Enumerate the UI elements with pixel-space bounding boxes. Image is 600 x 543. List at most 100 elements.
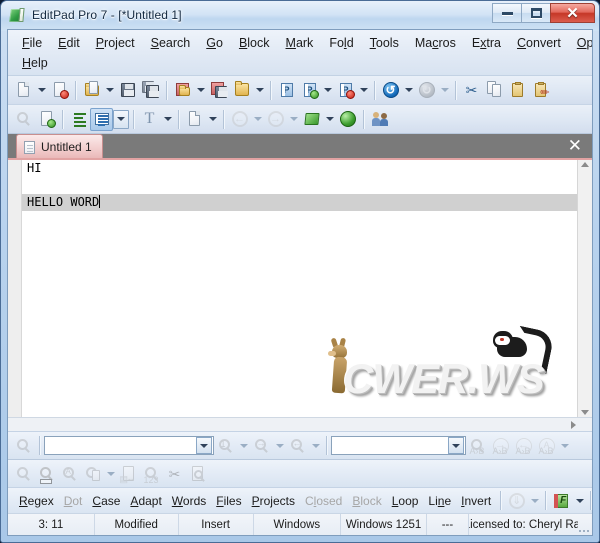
status-encoding[interactable]: Windows 1251 xyxy=(341,514,427,535)
remove-project-button[interactable]: P xyxy=(334,79,357,102)
save-project-button[interactable] xyxy=(207,79,230,102)
status-line-breaks[interactable]: Windows xyxy=(254,514,342,535)
case-search-button[interactable]: A xyxy=(58,462,81,485)
editor-vertical-scrollbar[interactable] xyxy=(577,160,592,417)
go-back-dropdown[interactable] xyxy=(251,108,264,131)
option-projects[interactable]: Projects xyxy=(247,494,300,508)
menu-item-go[interactable]: Go xyxy=(198,33,231,53)
redo-dropdown[interactable] xyxy=(438,79,451,102)
spell-check-dropdown[interactable] xyxy=(323,108,336,131)
add-project-dropdown[interactable] xyxy=(321,79,334,102)
users-button[interactable] xyxy=(368,108,391,131)
status-insert-mode[interactable]: Insert xyxy=(179,514,254,535)
open-project-dropdown[interactable] xyxy=(253,79,266,102)
close-file-button[interactable] xyxy=(48,79,71,102)
project-button[interactable]: P xyxy=(275,79,298,102)
indent-button[interactable] xyxy=(67,108,90,131)
export-button[interactable] xyxy=(35,108,58,131)
find-next-dropdown[interactable] xyxy=(273,434,286,457)
search-results-button[interactable]: ▤-- xyxy=(117,462,140,485)
word-wrap-dropdown[interactable] xyxy=(113,110,129,129)
scroll-down-icon[interactable] xyxy=(581,410,589,415)
cut-matches-button[interactable]: ✂ xyxy=(163,462,186,485)
find-previous-dropdown[interactable] xyxy=(309,434,322,457)
undo-button[interactable]: ↺ xyxy=(379,79,402,102)
close-button[interactable]: ✕ xyxy=(550,3,595,23)
undo-dropdown[interactable] xyxy=(402,79,415,102)
spell-check-button[interactable] xyxy=(300,108,323,131)
editor-line-1[interactable]: HI xyxy=(22,160,577,177)
close-project-button[interactable] xyxy=(171,79,194,102)
web-browse-button[interactable] xyxy=(336,108,359,131)
option-invert[interactable]: Invert xyxy=(456,494,496,508)
option-line[interactable]: Line xyxy=(423,494,456,508)
go-forward-dropdown[interactable] xyxy=(287,108,300,131)
find-field[interactable] xyxy=(44,436,214,455)
search-options-button[interactable] xyxy=(12,462,35,485)
status-modified[interactable]: Modified xyxy=(95,514,179,535)
replace-all-dropdown[interactable] xyxy=(558,434,571,457)
syntax-scheme-button[interactable] xyxy=(183,108,206,131)
option-loop[interactable]: Loop xyxy=(387,494,424,508)
find-first-dropdown[interactable] xyxy=(237,434,250,457)
resize-grip[interactable] xyxy=(578,514,592,535)
tab-untitled-1[interactable]: Untitled 1 xyxy=(16,134,103,158)
search-in-files-dropdown[interactable] xyxy=(104,462,117,485)
maximize-button[interactable] xyxy=(521,3,550,23)
file-type-dropdown[interactable] xyxy=(573,489,586,512)
remove-project-dropdown[interactable] xyxy=(357,79,370,102)
menu-item-block[interactable]: Block xyxy=(231,33,278,53)
minimize-button[interactable] xyxy=(492,3,521,23)
menu-item-mark[interactable]: Mark xyxy=(278,33,322,53)
replace-history-dropdown[interactable] xyxy=(448,437,464,454)
menu-item-options[interactable]: Options xyxy=(569,33,593,53)
menu-item-tools[interactable]: Tools xyxy=(362,33,407,53)
font-dropdown[interactable] xyxy=(161,108,174,131)
replace-input[interactable] xyxy=(332,437,448,454)
file-type-button[interactable]: F xyxy=(550,489,573,512)
editor-line-2[interactable] xyxy=(22,177,577,194)
replace-all-button[interactable]: AA›B xyxy=(535,434,558,457)
replace-previous-button[interactable]: ←A›B xyxy=(512,434,535,457)
replace-button[interactable]: A›B xyxy=(466,434,489,457)
replace-field[interactable] xyxy=(331,436,466,455)
scroll-right-icon[interactable] xyxy=(571,421,576,429)
paste-special-button[interactable]: ✏ xyxy=(529,79,552,102)
highlight-button[interactable] xyxy=(35,462,58,485)
menu-item-macros[interactable]: Macros xyxy=(407,33,464,53)
add-project-button[interactable]: P xyxy=(298,79,321,102)
open-project-button[interactable] xyxy=(230,79,253,102)
open-file-button[interactable] xyxy=(80,79,103,102)
word-wrap-button[interactable] xyxy=(90,108,113,131)
replace-next-button[interactable]: →A›B xyxy=(489,434,512,457)
preview-button[interactable] xyxy=(186,462,209,485)
option-adapt[interactable]: Adapt xyxy=(125,494,166,508)
close-tab-icon[interactable]: ✕ xyxy=(568,136,582,156)
save-button[interactable] xyxy=(116,79,139,102)
search-in-files-button[interactable] xyxy=(81,462,104,485)
save-all-button[interactable] xyxy=(139,79,162,102)
menu-item-help[interactable]: Help xyxy=(14,53,56,73)
editor-horizontal-scrollbar[interactable] xyxy=(8,417,592,431)
new-file-button[interactable] xyxy=(12,79,35,102)
option-regex[interactable]: Regex xyxy=(14,494,59,508)
text-editor[interactable]: HI HELLO WORD CWER.WS xyxy=(22,160,577,417)
count-matches-button[interactable]: 123 xyxy=(140,462,163,485)
menu-item-extra[interactable]: Extra xyxy=(464,33,509,53)
menu-item-file[interactable]: File xyxy=(14,33,50,53)
find-first-button[interactable]: 1 xyxy=(214,434,237,457)
menu-item-edit[interactable]: Edit xyxy=(50,33,88,53)
cut-button[interactable]: ✂ xyxy=(460,79,483,102)
find-previous-button[interactable]: ← xyxy=(286,434,309,457)
close-project-dropdown[interactable] xyxy=(194,79,207,102)
option-words[interactable]: Words xyxy=(167,494,211,508)
history-dropdown[interactable] xyxy=(528,489,541,512)
menu-item-project[interactable]: Project xyxy=(88,33,143,53)
search-magnifier-icon[interactable] xyxy=(12,434,35,457)
copy-button[interactable] xyxy=(483,79,506,102)
find-button[interactable] xyxy=(12,108,35,131)
paste-button[interactable] xyxy=(506,79,529,102)
option-case[interactable]: Case xyxy=(87,494,125,508)
editor-line-4[interactable] xyxy=(22,211,577,228)
scroll-up-icon[interactable] xyxy=(581,162,589,167)
